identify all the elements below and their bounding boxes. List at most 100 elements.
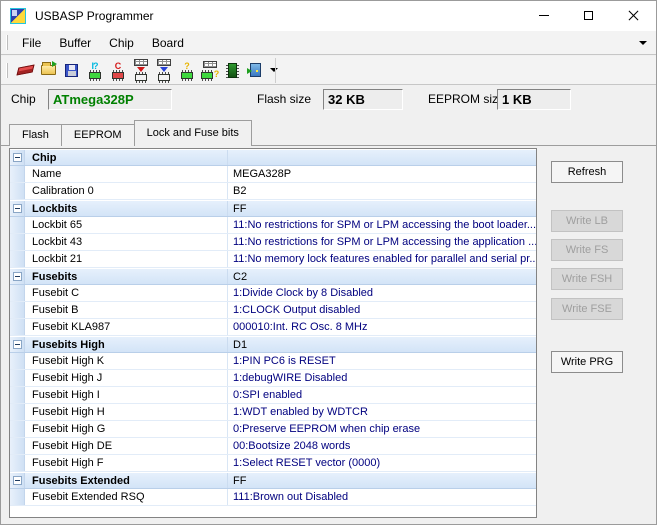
- row-gutter: [10, 166, 25, 182]
- menu-item-file[interactable]: File: [13, 32, 50, 54]
- menu-item-buffer[interactable]: Buffer: [50, 32, 100, 54]
- tab-eeprom[interactable]: EEPROM: [61, 124, 135, 146]
- row-label: Fusebit Extended RSQ: [25, 489, 228, 505]
- close-button[interactable]: [611, 1, 656, 30]
- row-value: 00:Bootsize 2048 words: [228, 438, 536, 454]
- icon-part: ?: [214, 70, 219, 79]
- row-value: 0:Preserve EEPROM when chip erase: [228, 421, 536, 437]
- row-label: Fusebit High J: [25, 370, 228, 386]
- refresh-button[interactable]: Refresh: [551, 161, 623, 183]
- collapse-minus-icon[interactable]: [13, 272, 22, 281]
- grid-row-fusebit-kla987[interactable]: Fusebit KLA987000010:Int. RC Osc. 8 MHz: [10, 319, 536, 336]
- row-value: 111:Brown out Disabled: [228, 489, 536, 505]
- row-value: 1:Select RESET vector (0000): [228, 455, 536, 471]
- flash-size-field[interactable]: 32 KB: [323, 89, 403, 110]
- grid-row-fusebit-high-h[interactable]: Fusebit High H1:WDT enabled by WDTCR: [10, 404, 536, 421]
- row-label: Fusebit High G: [25, 421, 228, 437]
- grid-row-fusebit-high-i[interactable]: Fusebit High I0:SPI enabled: [10, 387, 536, 404]
- icon-part: [41, 65, 56, 75]
- row-value: 1:Divide Clock by 8 Disabled: [228, 285, 536, 301]
- read-signature-icon[interactable]: I?: [83, 58, 106, 83]
- title-bar: USBASP Programmer: [1, 1, 656, 31]
- grid-section-lockbits[interactable]: LockbitsFF: [10, 200, 536, 217]
- grid-row-fusebit-extended-rsq[interactable]: Fusebit Extended RSQ111:Brown out Disabl…: [10, 489, 536, 506]
- row-label: Fusebit High I: [25, 387, 228, 403]
- close-icon: [628, 10, 639, 21]
- collapse-minus-icon[interactable]: [13, 476, 22, 485]
- row-label: Fusebits Extended: [25, 473, 228, 488]
- menu-item-board[interactable]: Board: [143, 32, 193, 54]
- grid-row-fusebit-high-f[interactable]: Fusebit High F1:Select RESET vector (000…: [10, 455, 536, 472]
- tab-lock-and-fuse-bits[interactable]: Lock and Fuse bits: [134, 120, 252, 146]
- exit-icon[interactable]: [244, 58, 267, 83]
- grid-row-fusebit-b[interactable]: Fusebit B1:CLOCK Output disabled: [10, 302, 536, 319]
- row-gutter: [10, 489, 25, 505]
- toolbar-overflow-icon[interactable]: [270, 68, 278, 72]
- fuse-bits-grid: ChipNameMEGA328PCalibration 0B2LockbitsF…: [9, 148, 537, 518]
- menu-overflow-icon[interactable]: [639, 41, 647, 45]
- row-value: 000010:Int. RC Osc. 8 MHz: [228, 319, 536, 335]
- write-fse-button[interactable]: Write FSE: [551, 298, 623, 320]
- collapse-minus-icon[interactable]: [13, 204, 22, 213]
- eeprom-size-field[interactable]: 1 KB: [497, 89, 571, 110]
- row-value: 1:debugWIRE Disabled: [228, 370, 536, 386]
- row-gutter: [10, 337, 25, 352]
- toolbar-grip-handle[interactable]: [6, 63, 8, 78]
- icon-part: [65, 64, 78, 77]
- grid-section-chip[interactable]: Chip: [10, 149, 536, 166]
- row-gutter: [10, 201, 25, 216]
- grid-row-fusebit-high-k[interactable]: Fusebit High K1:PIN PC6 is RESET: [10, 353, 536, 370]
- erase-buffer-icon[interactable]: [14, 58, 37, 83]
- menu-bar: FileBufferChipBoard: [1, 31, 656, 55]
- write-flash-icon[interactable]: [152, 58, 175, 83]
- row-gutter: [10, 319, 25, 335]
- verify-chip-icon[interactable]: ?: [175, 58, 198, 83]
- open-file-icon[interactable]: [37, 58, 60, 83]
- row-label: Lockbit 65: [25, 217, 228, 233]
- erase-chip-icon[interactable]: C: [106, 58, 129, 83]
- minimize-button[interactable]: [521, 1, 566, 30]
- read-flash-icon[interactable]: [129, 58, 152, 83]
- grid-row-fusebit-c[interactable]: Fusebit C1:Divide Clock by 8 Disabled: [10, 285, 536, 302]
- menu-item-chip[interactable]: Chip: [100, 32, 143, 54]
- write-fs-button[interactable]: Write FS: [551, 239, 623, 261]
- row-value: 11:No memory lock features enabled for p…: [228, 251, 536, 267]
- icon-part: [15, 157, 20, 158]
- collapse-minus-icon[interactable]: [13, 340, 22, 349]
- grid-row-lockbit-21[interactable]: Lockbit 2111:No memory lock features ena…: [10, 251, 536, 268]
- grid-row-fusebit-high-j[interactable]: Fusebit High J1:debugWIRE Disabled: [10, 370, 536, 387]
- grid-section-fusebits-extended[interactable]: Fusebits ExtendedFF: [10, 472, 536, 489]
- collapse-minus-icon[interactable]: [13, 153, 22, 162]
- menu-grip-handle[interactable]: [6, 35, 8, 50]
- row-label: Lockbits: [25, 201, 228, 216]
- grid-row-calibration-0[interactable]: Calibration 0B2: [10, 183, 536, 200]
- grid-row-name[interactable]: NameMEGA328P: [10, 166, 536, 183]
- icon-part: [158, 74, 170, 81]
- read-fuses-icon[interactable]: ?: [198, 58, 221, 83]
- grid-row-lockbit-43[interactable]: Lockbit 4311:No restrictions for SPM or …: [10, 234, 536, 251]
- save-file-icon[interactable]: [60, 58, 83, 83]
- grid-section-fusebits-high[interactable]: Fusebits HighD1: [10, 336, 536, 353]
- row-label: Fusebit C: [25, 285, 228, 301]
- write-lb-button[interactable]: Write LB: [551, 210, 623, 232]
- toolbar-band-edge: [275, 58, 276, 83]
- chip-ic-icon[interactable]: [221, 58, 244, 83]
- grid-row-fusebit-high-g[interactable]: Fusebit High G0:Preserve EEPROM when chi…: [10, 421, 536, 438]
- row-value: 11:No restrictions for SPM or LPM access…: [228, 217, 536, 233]
- tab-flash[interactable]: Flash: [9, 124, 62, 146]
- row-gutter: [10, 473, 25, 488]
- tab-strip: FlashEEPROMLock and Fuse bits: [9, 120, 251, 146]
- icon-part: ?: [201, 70, 219, 79]
- row-label: Name: [25, 166, 228, 182]
- grid-section-fusebits[interactable]: FusebitsC2: [10, 268, 536, 285]
- grid-row-fusebit-high-de[interactable]: Fusebit High DE00:Bootsize 2048 words: [10, 438, 536, 455]
- write-fsh-button[interactable]: Write FSH: [551, 268, 623, 290]
- row-gutter: [10, 150, 25, 165]
- chip-value-field[interactable]: ATmega328P: [48, 89, 172, 110]
- row-value: 11:No restrictions for SPM or LPM access…: [228, 234, 536, 250]
- write-prg-button[interactable]: Write PRG: [551, 351, 623, 373]
- grid-row-lockbit-65[interactable]: Lockbit 6511:No restrictions for SPM or …: [10, 217, 536, 234]
- icon-part: [250, 63, 261, 77]
- toolbar-icons: I?C??: [14, 58, 267, 83]
- maximize-button[interactable]: [566, 1, 611, 30]
